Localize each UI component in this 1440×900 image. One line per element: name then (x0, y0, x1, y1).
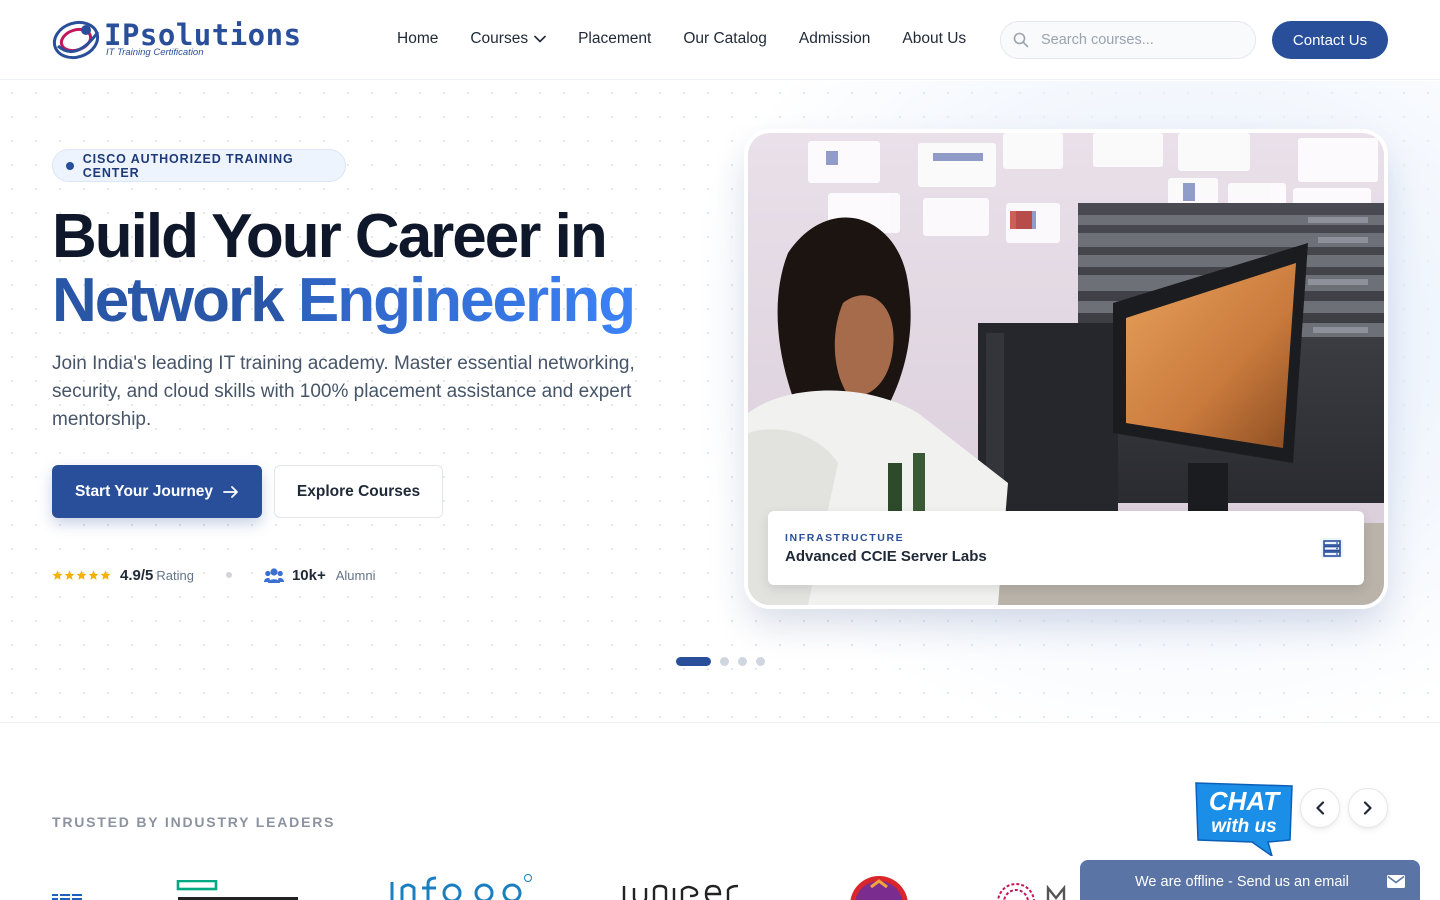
alumni-label: Alumni (335, 567, 376, 583)
ibm-logo (52, 894, 82, 900)
caption-title: Advanced CCIE Server Labs (785, 548, 987, 565)
nav-placement[interactable]: Placement (578, 30, 651, 48)
brand-swoosh-icon (52, 20, 100, 60)
slider-dot-4[interactable] (756, 657, 765, 666)
badge-text: CISCO AUTHORIZED TRAINING CENTER (82, 151, 294, 180)
nav-about-us[interactable]: About Us (902, 30, 966, 48)
hero-section: CISCO AUTHORIZED TRAINING CENTER Build Y… (0, 81, 1440, 723)
hero-title-line2: Network Engineering (52, 266, 636, 335)
star-icon (88, 570, 99, 580)
hero-image-card: INFRASTRUCTURE Advanced CCIE Server Labs (748, 133, 1384, 605)
start-journey-button[interactable]: Start Your Journey (52, 465, 262, 518)
hero-title-word-engineering: Engineering (297, 266, 636, 335)
chat-offline-text: We are offline - Send us an email (1135, 874, 1349, 890)
start-journey-label: Start Your Journey (74, 482, 214, 500)
trusted-title: TRUSTED BY INDUSTRY LEADERS (52, 814, 336, 830)
rating-label: Rating (156, 567, 194, 583)
chat-with-us-badge[interactable]: CHAT with us (1192, 780, 1296, 856)
main-nav: Home Courses Placement Our Catalog Admis… (397, 30, 998, 48)
search-input[interactable] (1041, 32, 1241, 48)
users-icon (263, 567, 284, 583)
site-header: IPsolutions IT Training Certification Ho… (0, 0, 1440, 80)
hero-title-line1: Build Your Career in (52, 202, 608, 271)
hero-stats: 4.9/5 Rating 10k+ Alumni (52, 563, 376, 587)
partner-logo-m (997, 883, 1066, 900)
stats-separator (225, 572, 232, 578)
hero-title-word-network: Network (52, 266, 285, 335)
chevron-left-icon (1316, 801, 1325, 815)
cisco-badge: CISCO AUTHORIZED TRAINING CENTER (52, 149, 346, 182)
nav-courses[interactable]: Courses (470, 30, 546, 48)
rating-stars (52, 570, 112, 581)
server-icon (1321, 538, 1343, 558)
contact-us-button[interactable]: Contact Us (1272, 21, 1388, 59)
partners-prev-button[interactable] (1300, 788, 1340, 828)
partners-next-button[interactable] (1348, 788, 1388, 828)
chevron-right-icon (1363, 801, 1372, 815)
juniper-logo (622, 884, 739, 900)
slider-dots (676, 657, 774, 666)
mail-icon (1387, 875, 1405, 888)
card-caption: INFRASTRUCTURE Advanced CCIE Server Labs (768, 511, 1364, 585)
brand-logo[interactable]: IPsolutions IT Training Certification (52, 16, 301, 62)
badge-dot (66, 161, 74, 170)
chat-badge-line2: with us (1211, 816, 1276, 837)
rating-value: 4.9/5 (120, 566, 154, 584)
chat-offline-bar[interactable]: We are offline - Send us an email (1080, 860, 1420, 900)
chevron-down-icon (534, 35, 546, 43)
slider-dot-2[interactable] (720, 657, 729, 666)
chat-badge-line1: CHAT (1209, 786, 1281, 816)
star-icon (100, 570, 111, 580)
kotak-logo (850, 876, 908, 900)
hero-lead: Join India's leading IT training academy… (52, 353, 635, 430)
search-box[interactable] (1000, 21, 1256, 59)
nav-our-catalog[interactable]: Our Catalog (683, 30, 767, 48)
star-icon (52, 570, 63, 580)
slider-dot-1[interactable] (676, 657, 711, 666)
nav-home[interactable]: Home (397, 30, 438, 48)
explore-courses-button[interactable]: Explore Courses (274, 465, 443, 518)
caption-kicker: INFRASTRUCTURE (785, 532, 905, 544)
brand-tagline: IT Training Certification (106, 47, 204, 58)
search-icon (1013, 32, 1029, 48)
nav-admission[interactable]: Admission (799, 30, 871, 48)
arrow-right-icon (223, 485, 238, 498)
star-icon (64, 570, 75, 580)
hpe-logo (176, 880, 298, 900)
alumni-value: 10k+ (291, 566, 326, 584)
star-icon (76, 570, 87, 580)
slider-dot-3[interactable] (738, 657, 747, 666)
infosys-logo (390, 874, 532, 900)
